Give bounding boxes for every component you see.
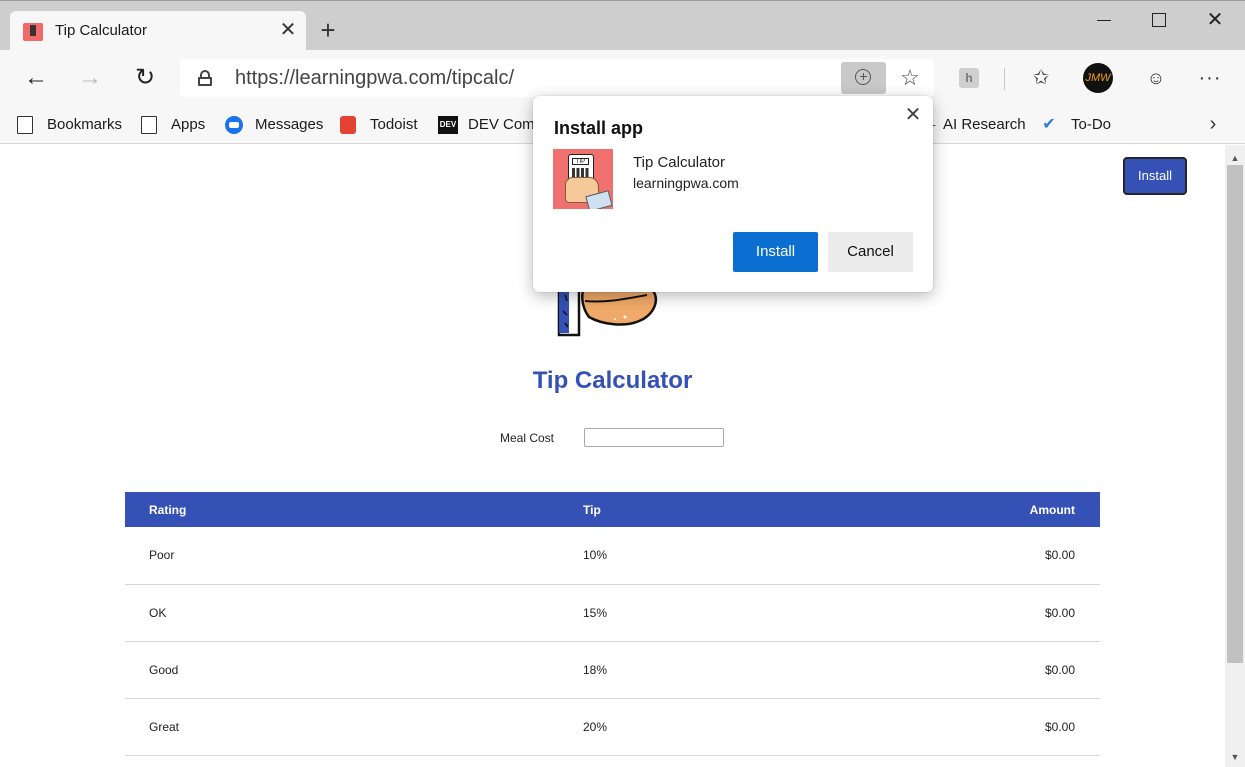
tip-cell: 20% <box>415 698 800 756</box>
page-install-button[interactable]: Install <box>1123 157 1187 195</box>
forward-arrow-icon[interactable]: → <box>76 64 104 92</box>
tip-cell: 10% <box>415 527 800 585</box>
bookmark-label: Apps <box>171 116 206 133</box>
bookmark-label: Messages <box>255 116 324 133</box>
amount-cell: $0.00 <box>800 698 1100 756</box>
amount-cell: $0.00 <box>800 527 1100 585</box>
scrollbar-thumb[interactable] <box>1227 165 1243 663</box>
check-icon: ✔ <box>1042 116 1056 133</box>
scroll-down-arrow-icon[interactable]: ▼ <box>1225 748 1245 766</box>
meal-cost-label: Meal Cost <box>500 431 555 445</box>
bookmark-label: AI Research <box>943 116 1026 133</box>
page-icon <box>17 116 33 134</box>
tip-table: Rating Tip Amount Poor 10% $0.00 OK 15% … <box>125 492 1100 756</box>
profile-avatar[interactable]: JMW <box>1083 63 1113 93</box>
rating-cell: OK <box>125 584 415 642</box>
app-domain: learningpwa.com <box>633 175 739 191</box>
page-icon <box>141 116 157 134</box>
rating-cell: Great <box>125 698 415 756</box>
extension-icon[interactable]: h <box>955 64 983 92</box>
favorites-list-icon[interactable]: ✩ <box>1027 64 1055 92</box>
add-favorite-star-icon[interactable]: ☆ <box>897 65 923 91</box>
header-amount: Amount <box>800 492 1100 527</box>
table-header-row: Rating Tip Amount <box>125 492 1100 527</box>
tip-calculator-app-icon: TIP <box>553 149 613 209</box>
rating-cell: Poor <box>125 527 415 585</box>
toolbar-divider <box>1004 68 1005 90</box>
feedback-icon[interactable]: ☺ <box>1142 64 1170 92</box>
table-row: Great 20% $0.00 <box>125 698 1100 756</box>
bookmark-label: Bookmarks <box>47 116 123 133</box>
refresh-icon[interactable]: ↻ <box>131 64 159 92</box>
app-available-icon[interactable]: + <box>841 62 886 94</box>
back-arrow-icon[interactable]: ← <box>22 64 50 92</box>
tab-title: Tip Calculator <box>55 22 147 39</box>
url-text[interactable]: https://learningpwa.com/tipcalc/ <box>235 67 514 90</box>
install-app-dialog: Install app ✕ TIP Tip Calculator learnin… <box>533 96 933 292</box>
install-button[interactable]: Install <box>733 232 818 272</box>
tip-cell: 18% <box>415 641 800 699</box>
maximize-window-icon[interactable] <box>1147 10 1171 32</box>
dialog-title: Install app <box>554 118 644 138</box>
vertical-scrollbar[interactable]: ▲ ▼ <box>1225 145 1245 767</box>
bookmark-label: To-Do <box>1071 116 1112 133</box>
address-bar[interactable]: https://learningpwa.com/tipcalc/ + ☆ <box>180 59 934 97</box>
rating-cell: Good <box>125 641 415 699</box>
close-tab-icon[interactable]: ✕ <box>278 20 298 40</box>
minimize-window-icon[interactable] <box>1092 10 1116 32</box>
meal-cost-input[interactable] <box>584 428 724 447</box>
amount-cell: $0.00 <box>800 584 1100 642</box>
header-rating: Rating <box>125 492 415 527</box>
chevron-right-icon[interactable]: › <box>1203 112 1223 136</box>
todoist-icon <box>340 116 356 134</box>
app-name: Tip Calculator <box>633 154 725 171</box>
bookmark-label: Todoist <box>370 116 418 133</box>
lock-icon[interactable] <box>198 70 212 86</box>
messages-icon <box>225 116 243 134</box>
more-menu-icon[interactable]: ··· <box>1196 64 1224 92</box>
cancel-button[interactable]: Cancel <box>828 232 913 272</box>
browser-window: Tip Calculator ✕ + ✕ ← → ↻ https://learn… <box>0 0 1245 767</box>
tab-strip: Tip Calculator ✕ + ✕ <box>0 0 1245 51</box>
close-dialog-icon[interactable]: ✕ <box>902 104 924 126</box>
close-window-icon[interactable]: ✕ <box>1203 10 1227 32</box>
dev-icon: DEV <box>438 116 458 134</box>
tab-tip-calculator[interactable]: Tip Calculator ✕ <box>10 11 306 51</box>
amount-cell: $0.00 <box>800 641 1100 699</box>
table-row: Good 18% $0.00 <box>125 641 1100 699</box>
table-row: OK 15% $0.00 <box>125 584 1100 642</box>
header-tip: Tip <box>415 492 800 527</box>
tip-cell: 15% <box>415 584 800 642</box>
new-tab-icon[interactable]: + <box>316 17 340 43</box>
app-icon-text: TIP <box>572 158 589 165</box>
table-row: Poor 10% $0.00 <box>125 527 1100 585</box>
tip-calculator-favicon-icon <box>23 23 43 41</box>
page-title: Tip Calculator <box>532 367 693 394</box>
